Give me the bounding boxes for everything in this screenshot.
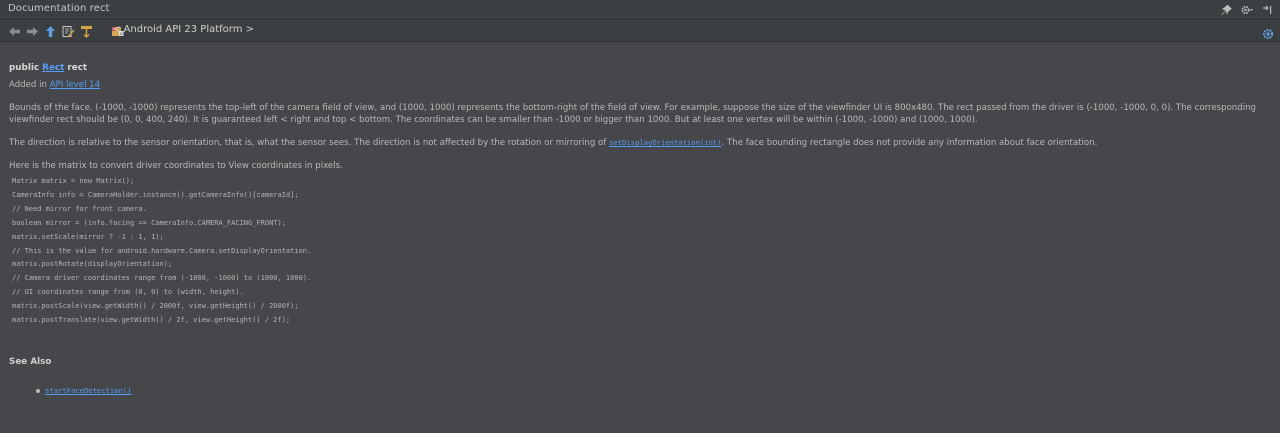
tool-window-header: Documentation rect — [0, 0, 1280, 20]
settings-gear-icon[interactable] — [1262, 25, 1274, 40]
gear-icon[interactable] — [1240, 3, 1254, 17]
pin-icon[interactable] — [1220, 3, 1234, 17]
toolbar-spacer — [98, 25, 106, 38]
tool-window-title: Documentation rect — [8, 3, 110, 14]
see-also-heading: See Also — [9, 357, 52, 367]
doc-toolbar: < Android API 23 Platform > — [0, 21, 1280, 42]
forward-icon[interactable] — [26, 25, 39, 38]
breadcrumb-label: < Android API 23 Platform > — [112, 24, 255, 35]
description-paragraph: Bounds of the face. (-1000, -1000) repre… — [9, 103, 1256, 125]
documentation-content: public Rect rect Added in API level 14 B… — [9, 62, 1271, 328]
minimize-icon[interactable] — [1260, 3, 1274, 17]
type-link-rect[interactable]: Rect — [42, 63, 64, 73]
direction-paragraph: The direction is relative to the sensor … — [9, 137, 1271, 149]
api-level-link[interactable]: API level 14 — [50, 80, 100, 90]
api-level-info: Added in API level 14 — [9, 79, 1271, 91]
direction-text-before: The direction is relative to the sensor … — [9, 138, 610, 148]
signature-modifier: public — [9, 63, 43, 73]
nav-icons — [8, 24, 124, 38]
breadcrumb[interactable]: < Android API 23 Platform > — [112, 24, 254, 35]
up-icon[interactable] — [44, 25, 57, 38]
code-sample: Matrix matrix = new Matrix(); CameraInfo… — [12, 177, 312, 325]
added-prefix: Added in — [9, 80, 50, 90]
start-face-detection-link[interactable]: startFaceDetection() — [45, 386, 132, 395]
field-signature: public Rect rect — [9, 62, 1271, 74]
edit-source-icon[interactable] — [62, 25, 75, 38]
signature-name: rect — [64, 63, 88, 73]
header-actions — [1220, 2, 1274, 18]
set-display-orientation-link[interactable]: setDisplayOrientation(int) — [609, 138, 722, 147]
matrix-intro-paragraph: Here is the matrix to convert driver coo… — [9, 161, 343, 171]
bullet-icon — [36, 388, 40, 393]
back-icon[interactable] — [8, 25, 21, 38]
direction-text-after: . The face bounding rectangle does not p… — [721, 138, 1098, 148]
see-also-item: startFaceDetection() — [36, 386, 132, 395]
external-doc-icon[interactable] — [80, 25, 93, 38]
